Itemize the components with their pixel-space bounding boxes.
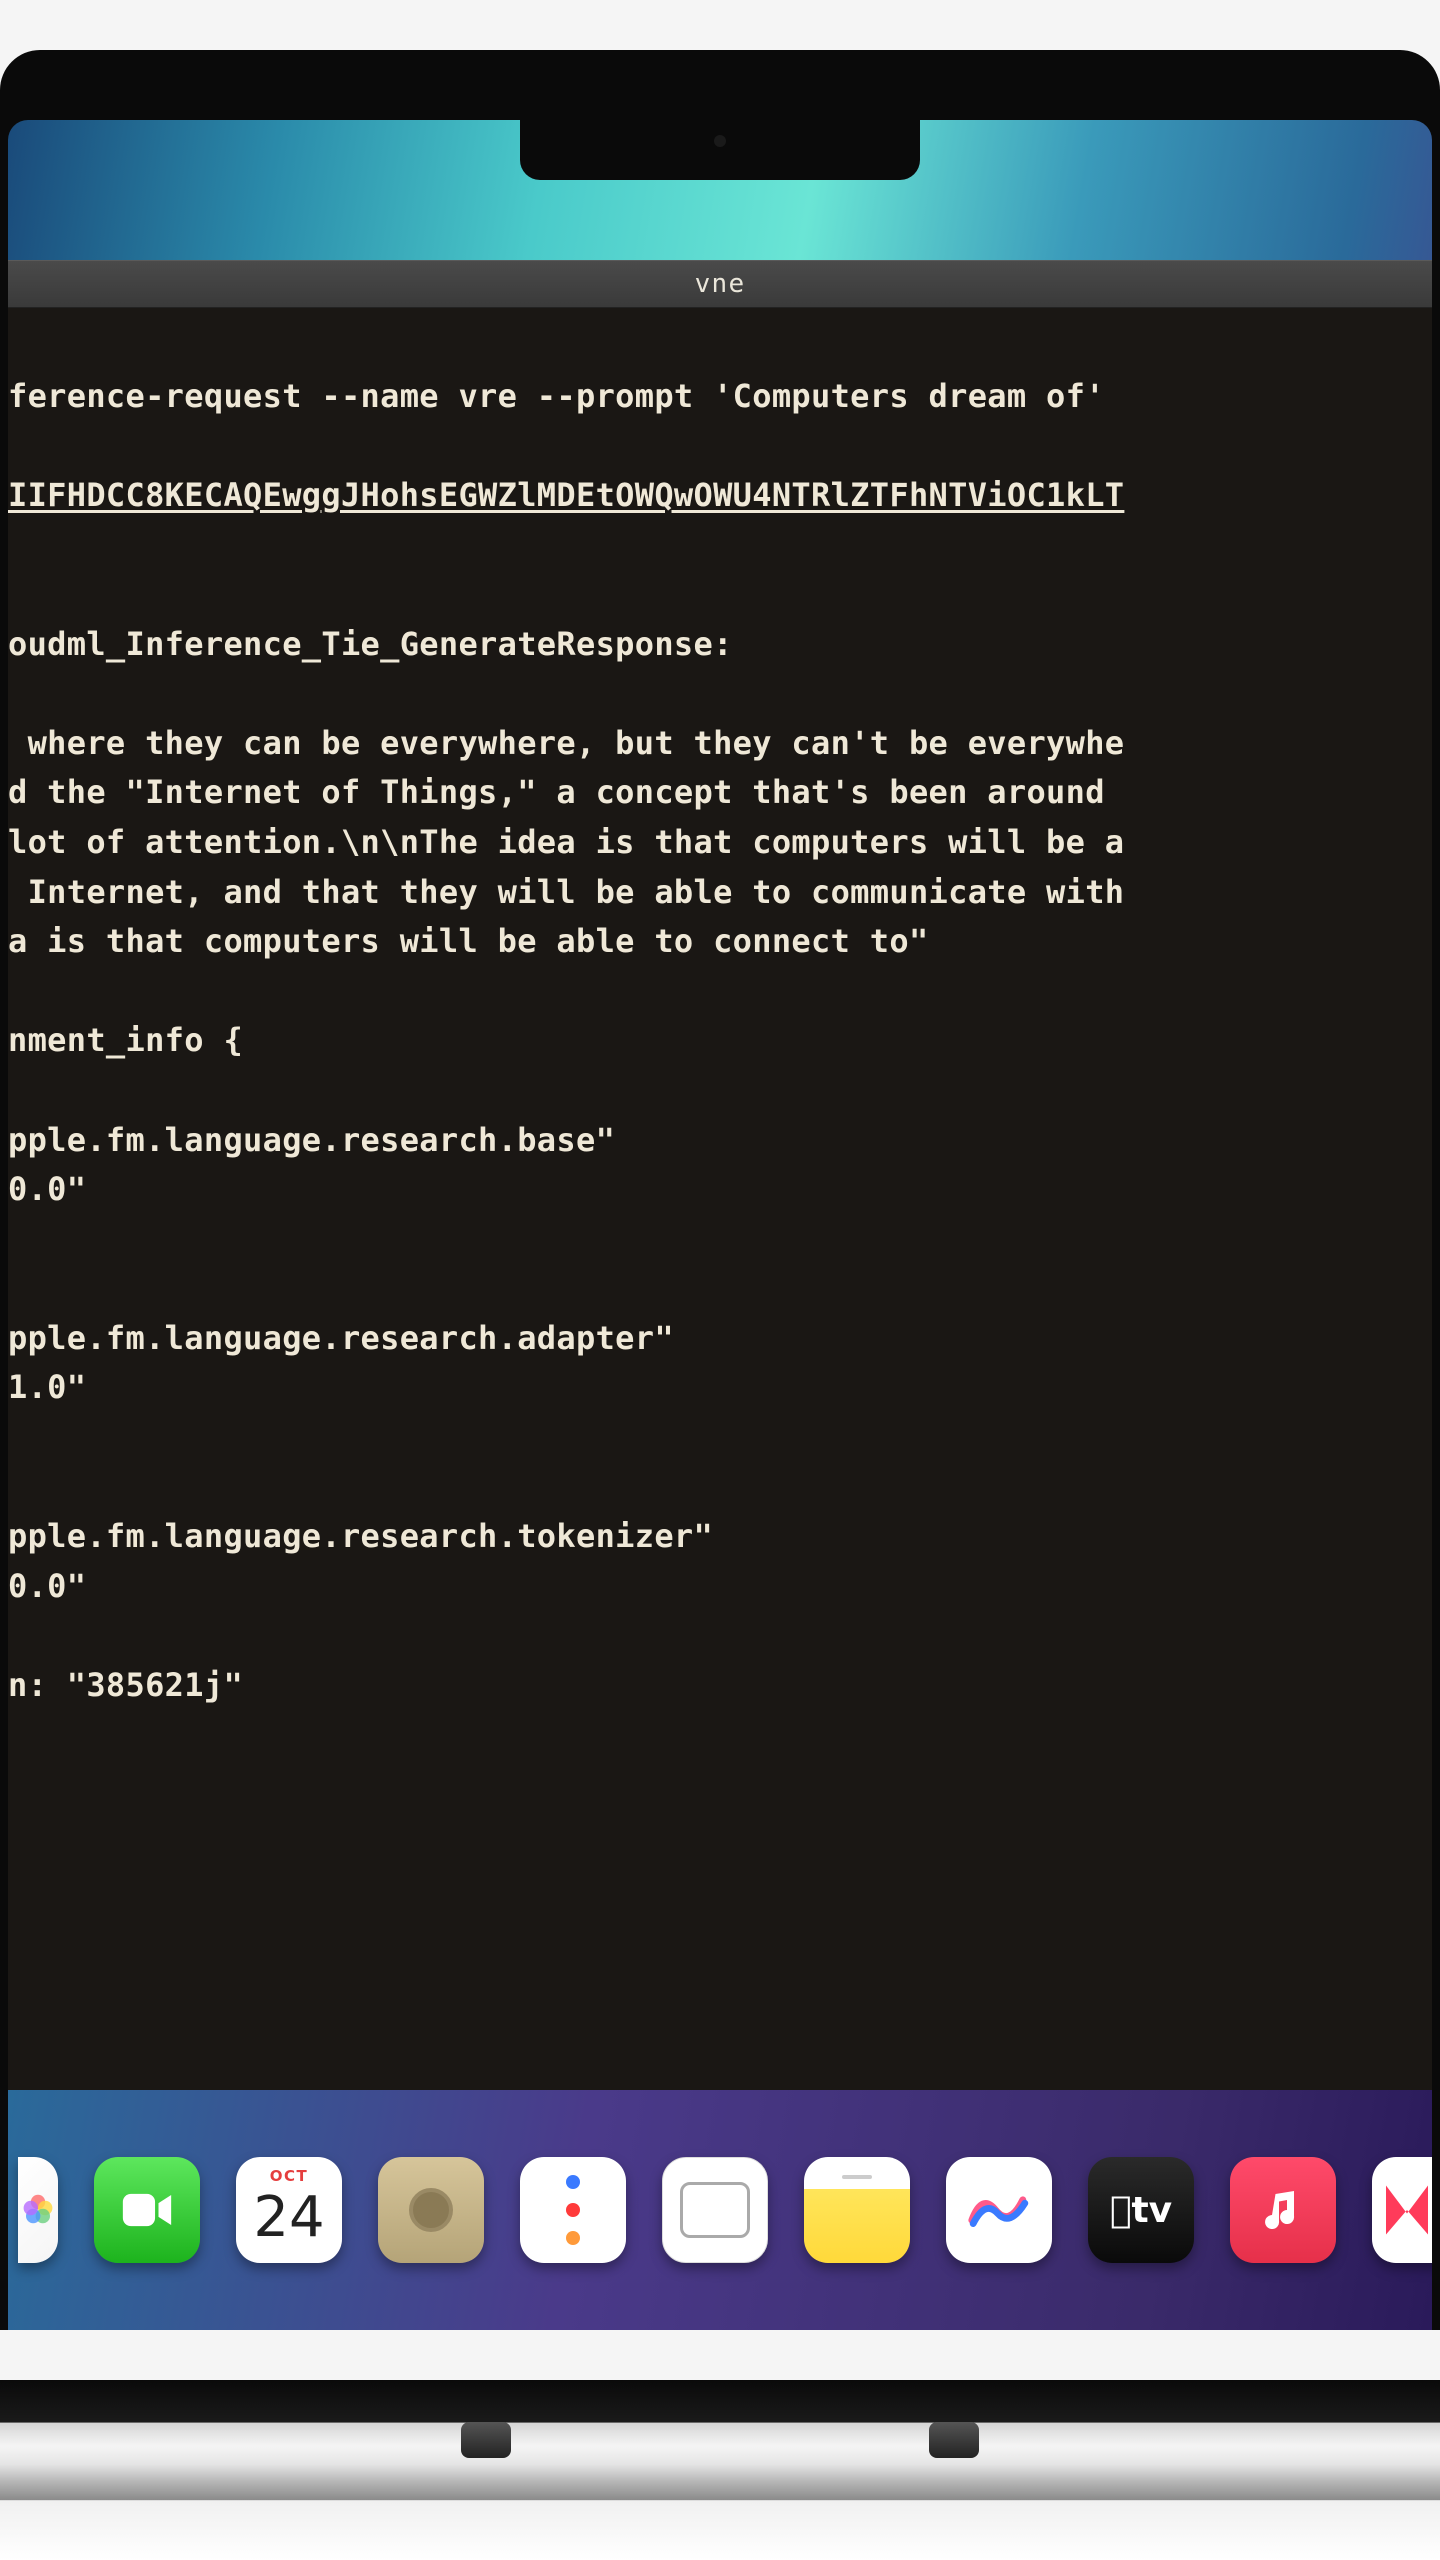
dock-app-calendar[interactable]: OCT 24 [236, 2157, 342, 2263]
terminal-model-tokenizer-id: pple.fm.language.research.tokenizer" [8, 1517, 713, 1555]
dock-app-facetime[interactable] [94, 2157, 200, 2263]
terminal-model-adapter-version: 1.0" [8, 1368, 86, 1406]
terminal-model-tokenizer-version: 0.0" [8, 1567, 86, 1605]
dock-app-reminders[interactable] [520, 2157, 626, 2263]
display-notch [520, 110, 920, 180]
photos-icon [18, 2175, 58, 2245]
terminal-body[interactable]: ference-request --name vre --prompt 'Com… [8, 308, 1432, 2090]
terminal-model-base-version: 0.0" [8, 1170, 86, 1208]
files-icon [680, 2182, 750, 2238]
terminal-output-line: a is that computers will be able to conn… [8, 922, 929, 960]
laptop-base [0, 2500, 1440, 2560]
terminal-model-base-id: pple.fm.language.research.base" [8, 1121, 615, 1159]
reminders-icon [566, 2175, 580, 2245]
terminal-run-id: n: "385621j" [8, 1666, 243, 1704]
dock-app-tv[interactable]: tv [1088, 2157, 1194, 2263]
camera-lens-icon [409, 2188, 453, 2232]
dock-area: OCT 24 [8, 2090, 1432, 2330]
camera-icon [714, 135, 726, 147]
music-icon [1258, 2183, 1308, 2237]
dock-app-music[interactable] [1230, 2157, 1336, 2263]
dock-app-files[interactable] [662, 2157, 768, 2263]
terminal-encoded-line: IIFHDCC8KECAQEwggJHohsEGWZlMDEtOWQwOWU4N… [8, 476, 1124, 514]
terminal-output-line: Internet, and that they will be able to … [8, 873, 1124, 911]
calendar-day: 24 [253, 2185, 324, 2250]
terminal-response-header: oudml_Inference_Tie_GenerateResponse: [8, 625, 733, 663]
terminal-env-header: nment_info { [8, 1021, 243, 1059]
hinge-slot-icon [461, 2422, 511, 2458]
terminal-window[interactable]: vne ference-request --name vre --prompt … [8, 260, 1432, 2090]
freeform-icon [965, 2182, 1033, 2238]
news-icon [1372, 2174, 1432, 2246]
dock: OCT 24 [28, 2133, 1432, 2287]
laptop-hinge [0, 2380, 1440, 2500]
tv-icon: tv [1110, 2190, 1172, 2231]
terminal-model-adapter-id: pple.fm.language.research.adapter" [8, 1319, 674, 1357]
terminal-output-line: d the "Internet of Things," a concept th… [8, 773, 1124, 811]
calendar-month: OCT [236, 2167, 342, 2185]
dock-app-camera[interactable] [378, 2157, 484, 2263]
dock-app-freeform[interactable] [946, 2157, 1052, 2263]
screen: vne ference-request --name vre --prompt … [8, 120, 1432, 2330]
terminal-output-line: where they can be everywhere, but they c… [8, 724, 1124, 762]
hinge-slot-icon [929, 2422, 979, 2458]
dock-app-news[interactable] [1372, 2157, 1432, 2263]
terminal-titlebar[interactable]: vne [8, 260, 1432, 308]
terminal-command: ference-request --name vre --prompt 'Com… [8, 377, 1105, 415]
terminal-title: vne [695, 269, 746, 299]
device-frame: vne ference-request --name vre --prompt … [0, 50, 1440, 2330]
terminal-output-line: lot of attention.\n\nThe idea is that co… [8, 823, 1124, 861]
dock-app-photos[interactable] [18, 2157, 58, 2263]
facetime-icon [117, 2187, 177, 2233]
notes-icon [842, 2175, 872, 2179]
dock-app-notes[interactable] [804, 2157, 910, 2263]
